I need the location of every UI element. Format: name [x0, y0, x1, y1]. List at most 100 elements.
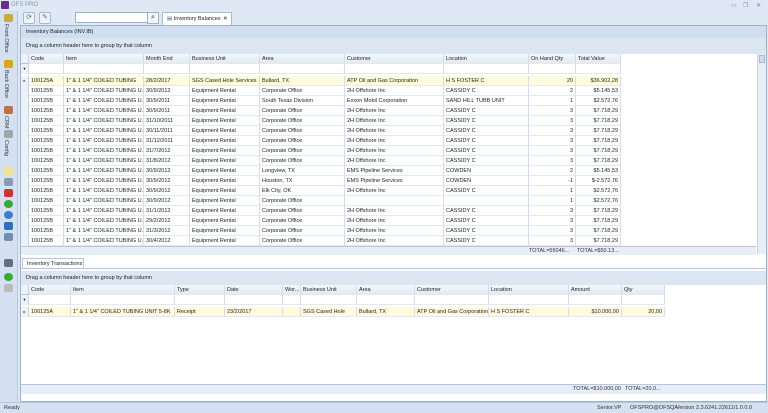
table-row[interactable]: 100125B 1" & 1 1/4" COILED TUBING U... 30/… [21, 106, 621, 116]
tab-inventory-transactions[interactable]: Inventory Transactions [22, 258, 84, 268]
filter-cell[interactable] [29, 295, 71, 305]
table-row[interactable]: 100125B 1" & 1 1/4" COILED TUBING U... 31/… [21, 116, 621, 126]
vertical-scrollbar[interactable] [757, 54, 766, 254]
row-selector[interactable] [21, 96, 29, 106]
grid-icon[interactable] [4, 189, 13, 197]
table-row[interactable]: ▸ 100125A 1" & 1 1/4" COILED TUBING UNIT 5… [21, 307, 665, 317]
row-selector[interactable] [21, 216, 29, 226]
filter-cell[interactable] [225, 295, 283, 305]
table-row[interactable]: 100125B 1" & 1 1/4" COILED TUBING U... 30/… [21, 126, 621, 136]
copy-icon[interactable] [4, 178, 13, 186]
row-selector[interactable] [21, 186, 29, 196]
filter-cell[interactable] [444, 64, 529, 74]
row-selector[interactable] [21, 146, 29, 156]
column-header[interactable]: Type [175, 285, 225, 295]
monitor-icon[interactable] [4, 259, 13, 267]
transactions-group-by-area[interactable]: Drag a column header here to group by th… [21, 271, 766, 285]
filter-cell[interactable] [283, 295, 301, 305]
table-row[interactable]: 100125B 1" & 1 1/4" COILED TUBING U... 30/… [21, 166, 621, 176]
search-button[interactable]: ⌕ [147, 12, 159, 24]
minimize-button[interactable]: ▭ [731, 2, 737, 9]
column-header[interactable]: Code [29, 54, 64, 64]
filter-cell[interactable] [190, 64, 260, 74]
row-selector[interactable] [21, 126, 29, 136]
filter-row[interactable]: ▼ [21, 64, 621, 74]
table-row[interactable]: 100125B 1" & 1 1/4" COILED TUBING U... 31/… [21, 206, 621, 216]
filter-cell[interactable] [415, 295, 489, 305]
column-header[interactable]: Area [260, 54, 345, 64]
column-header[interactable]: Code [29, 285, 71, 295]
table-row[interactable]: 100125B 1" & 1 1/4" COILED TUBING U... 30/… [21, 236, 621, 246]
refresh-button[interactable]: ⟳ [23, 12, 35, 24]
row-selector[interactable] [21, 196, 29, 206]
row-selector[interactable] [21, 156, 29, 166]
calculator-icon[interactable] [4, 233, 13, 241]
filter-cell[interactable] [175, 295, 225, 305]
column-header[interactable]: Area [357, 285, 415, 295]
filter-cell[interactable] [29, 64, 64, 74]
filter-cell[interactable] [357, 295, 415, 305]
row-selector[interactable] [21, 116, 29, 126]
header-row[interactable]: Code Item Month End Business Unit Area Custom… [21, 54, 621, 64]
tools-button[interactable]: ✎ [39, 12, 51, 24]
table-row[interactable]: 100125B 1" & 1 1/4" COILED TUBING U... 31/… [21, 136, 621, 146]
column-header[interactable]: Qty [622, 285, 665, 295]
filter-cell[interactable] [489, 295, 569, 305]
table-row[interactable]: 100125B 1" & 1 1/4" COILED TUBING U... 31/… [21, 226, 621, 236]
nav-crm[interactable]: CRM [3, 116, 9, 129]
table-row[interactable]: ▸ 100125A 1" & 1 1/4" COILED TUBING 28/2/20… [21, 76, 621, 86]
filter-cell[interactable] [144, 64, 190, 74]
restore-button[interactable]: ❐ [743, 2, 748, 9]
globe-icon[interactable] [4, 211, 13, 219]
row-selector[interactable] [21, 206, 29, 216]
filter-cell[interactable] [569, 295, 622, 305]
row-selector[interactable] [21, 106, 29, 116]
filter-cell[interactable] [622, 295, 665, 305]
nav-front-office[interactable]: Front Office [3, 24, 9, 53]
column-header[interactable]: Date [225, 285, 283, 295]
help-icon[interactable] [4, 273, 13, 281]
filter-cell[interactable] [576, 64, 621, 74]
row-selector[interactable] [21, 136, 29, 146]
new-document-icon[interactable] [4, 167, 13, 175]
table-row[interactable]: 100125B 1" & 1 1/4" COILED TUBING U... 29/… [21, 216, 621, 226]
table-row[interactable]: 100125B 1" & 1 1/4" COILED TUBING U... 30/… [21, 86, 621, 96]
table-row[interactable]: 100125B 1" & 1 1/4" COILED TUBING U... 30/… [21, 96, 621, 106]
row-selector[interactable] [21, 226, 29, 236]
column-header[interactable]: Location [444, 54, 529, 64]
column-header[interactable]: Item [71, 285, 175, 295]
row-selector[interactable] [21, 86, 29, 96]
group-by-area[interactable]: Drag a column header here to group by th… [21, 38, 766, 54]
column-header[interactable]: Item [64, 54, 144, 64]
go-icon[interactable] [4, 200, 13, 208]
nav-back-office[interactable]: Back Office [3, 70, 9, 98]
filter-cell[interactable] [260, 64, 345, 74]
filter-cell[interactable] [64, 64, 144, 74]
column-header[interactable]: Location [489, 285, 569, 295]
column-header[interactable]: Customer [415, 285, 489, 295]
table-row[interactable]: 100125B 1" & 1 1/4" COILED TUBING U... 30/… [21, 176, 621, 186]
tab-close-icon[interactable]: ✕ [223, 16, 228, 22]
windows-icon[interactable] [4, 222, 13, 230]
close-button[interactable]: ✕ [756, 2, 761, 9]
filter-icon[interactable]: ▼ [21, 295, 29, 305]
column-header[interactable]: Business Unit [190, 54, 260, 64]
column-header[interactable]: Month End [144, 54, 190, 64]
row-selector[interactable] [21, 166, 29, 176]
scrollbar-thumb[interactable] [759, 55, 765, 63]
row-selector[interactable]: ▸ [21, 76, 29, 86]
column-header[interactable]: On Hand Qty [529, 54, 576, 64]
column-header[interactable]: Wor... [283, 285, 301, 295]
table-row[interactable]: 100125B 1" & 1 1/4" COILED TUBING U... 31/… [21, 146, 621, 156]
filter-cell[interactable] [529, 64, 576, 74]
filter-cell[interactable] [71, 295, 175, 305]
table-row[interactable]: 100125B 1" & 1 1/4" COILED TUBING U... 31/… [21, 156, 621, 166]
row-selector[interactable] [21, 176, 29, 186]
table-row[interactable]: 100125B 1" & 1 1/4" COILED TUBING U... 30/… [21, 196, 621, 206]
header-row[interactable]: Code Item Type Date Wor... Business Unit Area C… [21, 285, 665, 295]
filter-row[interactable]: ▼ [21, 295, 665, 305]
filter-cell[interactable] [345, 64, 444, 74]
column-header[interactable]: Total Value [576, 54, 621, 64]
row-selector[interactable]: ▸ [21, 307, 29, 317]
mail-icon[interactable] [4, 284, 13, 292]
